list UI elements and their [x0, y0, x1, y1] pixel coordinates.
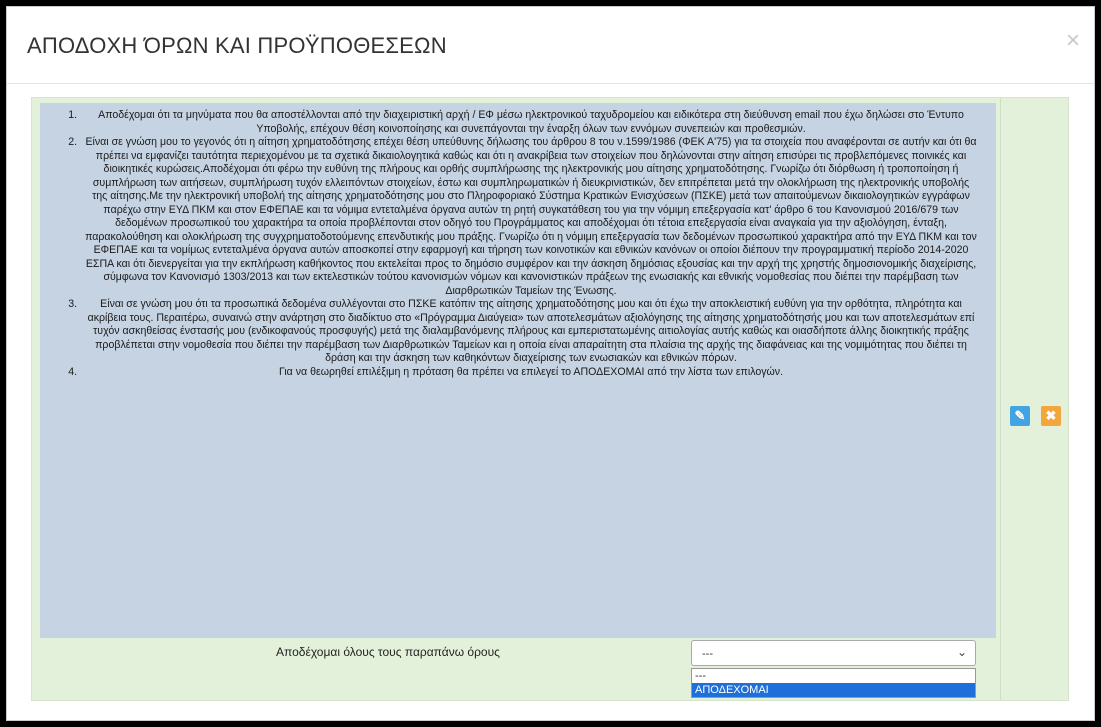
edit-button[interactable]: ✎ [1010, 406, 1030, 426]
accept-row: Αποδέχομαι όλους τους παραπάνω όρους ---… [40, 638, 996, 698]
modal-header: ΑΠΟΔΟΧΗ ΌΡΩΝ ΚΑΙ ΠΡΟΫΠΟΘΕΣΕΩΝ × [7, 7, 1094, 84]
terms-modal: ΑΠΟΔΟΧΗ ΌΡΩΝ ΚΑΙ ΠΡΟΫΠΟΘΕΣΕΩΝ × Αποδέχομ… [6, 6, 1095, 721]
terms-list: Αποδέχομαι ότι τα μηνύματα που θα αποστέ… [40, 103, 996, 379]
column-divider [1000, 98, 1001, 700]
terms-row: Αποδέχομαι ότι τα μηνύματα που θα αποστέ… [31, 97, 1069, 701]
select-value: --- [702, 648, 713, 660]
accept-select[interactable]: --- ⌄ [691, 640, 976, 666]
term-item-3: Είναι σε γνώση μου ότι τα προσωπικά δεδο… [80, 298, 978, 366]
close-icon: ✖ [1045, 408, 1057, 423]
accept-dropdown-list: --- ΑΠΟΔΕΧΟΜΑΙ [691, 668, 976, 698]
term-item-1: Αποδέχομαι ότι τα μηνύματα που θα αποστέ… [80, 109, 978, 136]
modal-title: ΑΠΟΔΟΧΗ ΌΡΩΝ ΚΑΙ ΠΡΟΫΠΟΘΕΣΕΩΝ [27, 33, 447, 58]
term-item-4: Για να θεωρηθεί επιλέξιμη η πρόταση θα π… [80, 366, 978, 380]
terms-cell: Αποδέχομαι ότι τα μηνύματα που θα αποστέ… [40, 103, 996, 698]
term-item-2: Είναι σε γνώση μου το γεγονός ότι η αίτη… [80, 136, 978, 298]
close-icon[interactable]: × [1066, 29, 1080, 53]
chevron-down-icon: ⌄ [956, 645, 967, 659]
terms-text: Αποδέχομαι ότι τα μηνύματα που θα αποστέ… [40, 103, 996, 633]
dropdown-option-accept[interactable]: ΑΠΟΔΕΧΟΜΑΙ [692, 683, 975, 697]
edit-icon: ✎ [1014, 408, 1026, 423]
dropdown-option-empty[interactable]: --- [692, 669, 975, 683]
delete-button[interactable]: ✖ [1041, 406, 1061, 426]
accept-label: Αποδέχομαι όλους τους παραπάνω όρους [276, 645, 500, 659]
